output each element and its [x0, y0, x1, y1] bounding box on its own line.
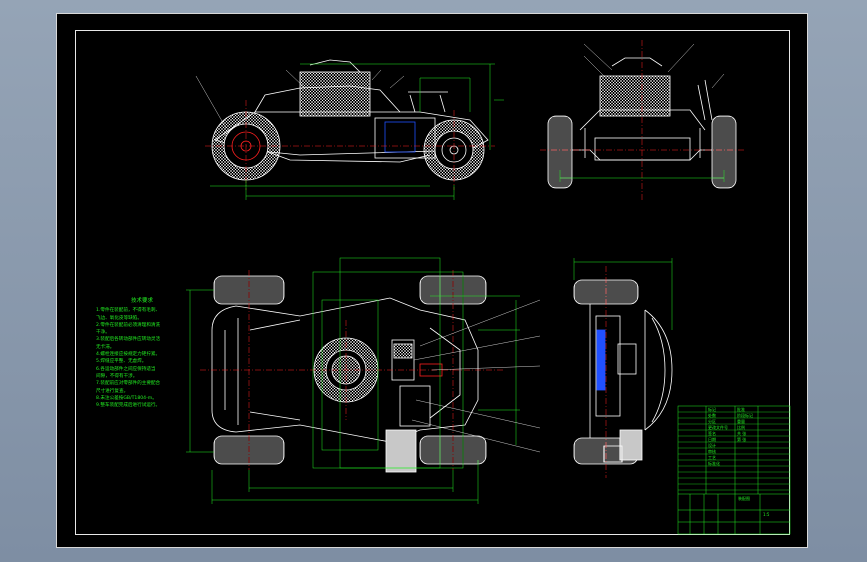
title-block-label: 工艺 — [708, 455, 716, 460]
title-block-label: 阶段标记 — [737, 413, 753, 418]
title-block-label: 标准化 — [708, 461, 720, 466]
technical-note-line: 2.零件在装配前必须清理和清洗 — [96, 322, 161, 328]
technical-note-line: 无卡滞。 — [96, 344, 115, 350]
title-block-label: 审核 — [708, 449, 716, 454]
technical-note-line: 干净。 — [96, 330, 110, 336]
technical-note-line: 1.零件在装配前，不得有毛刺、 — [96, 308, 161, 314]
technical-note-line: 5.焊缝应平整、无虚焊。 — [96, 359, 147, 365]
title-block-label: 共 张 — [737, 431, 747, 436]
technical-note-line: 尺寸进行复查。 — [96, 388, 129, 394]
title-block-label: 分区 — [708, 419, 716, 424]
technical-notes: 技术要求 1.零件在装配前，不得有毛刺、 飞边、氧化皮等缺陷。 2.零件在装配前必… — [96, 298, 188, 409]
title-block-label: 批准 — [737, 407, 745, 412]
technical-note-line: 7.装配前应对零部件的主要配合 — [96, 381, 161, 387]
title-block-label: 处数 — [708, 413, 716, 418]
technical-note-line: 间隙，不得有干涉。 — [96, 373, 138, 379]
title-block-label: 更改文件号 — [708, 425, 728, 430]
technical-notes-title: 技术要求 — [130, 298, 153, 304]
title-block-label: 签名 — [708, 431, 716, 436]
title-block-scale: 1:5 — [763, 512, 770, 517]
title-block-drawing-no: 装配图 — [738, 496, 750, 501]
technical-note-line: 4.螺栓连接应按规定力矩拧紧。 — [96, 352, 161, 358]
technical-note-line: 9.整车装配完成后进行试运行。 — [96, 403, 161, 409]
technical-note-line: 6.各运动部件之间应保持适当 — [96, 366, 156, 372]
title-block-rows — [678, 411, 790, 491]
technical-note-line: 8.未注公差按GB/T1804-m。 — [96, 395, 157, 401]
title-block-label: 重量 — [737, 419, 745, 424]
title-block-label: 日期 — [708, 437, 716, 442]
technical-notes-lines: 1.零件在装配前，不得有毛刺、 飞边、氧化皮等缺陷。 2.零件在装配前必须清理和清… — [96, 307, 188, 409]
rear-view — [573, 279, 673, 465]
top-view — [211, 275, 487, 473]
title-block-label: 第 张 — [737, 437, 747, 442]
title-block — [677, 405, 791, 535]
technical-note-line: 3.装配后各转动部件应转动灵活 — [96, 337, 161, 343]
side-engine — [299, 59, 371, 117]
title-block-label: 设计 — [708, 443, 716, 448]
technical-note-line: 飞边、氧化皮等缺陷。 — [96, 315, 142, 321]
title-block-label: 标记 — [708, 407, 716, 412]
cad-drawing-canvas — [186, 40, 791, 535]
title-block-label: 比例 — [737, 425, 745, 430]
